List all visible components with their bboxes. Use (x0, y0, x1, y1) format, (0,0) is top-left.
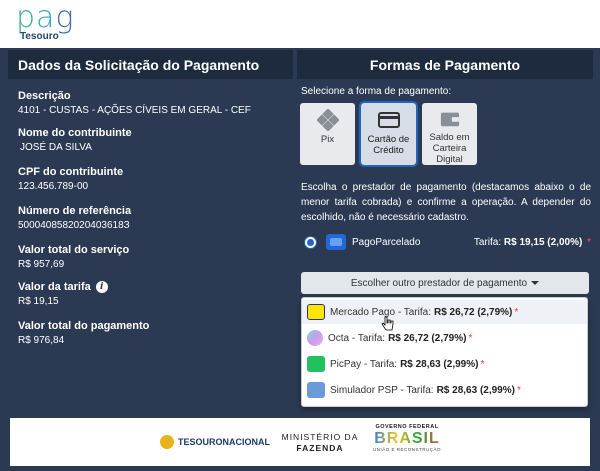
fee-label: Tarifa: (473, 236, 502, 248)
provider-option-picpay[interactable]: PicPay - Tarifa: R$ 28,63 (2,99%) * (302, 352, 587, 376)
fee-star: * (587, 236, 591, 248)
octa-icon (307, 330, 323, 346)
option-star: * (468, 332, 473, 344)
field-value: 4101 - CUSTAS - AÇÕES CÍVEIS EM GERAL - … (18, 105, 251, 116)
method-wallet-button[interactable]: Saldo em Carteira Digital (422, 103, 477, 165)
option-name: Octa - Tarifa: (328, 332, 386, 344)
wallet-icon (440, 112, 459, 127)
picpay-icon (307, 356, 325, 372)
method-label: Cartão de Crédito (367, 134, 410, 156)
ministerio-fazenda-logo: MINISTÉRIO DA FAZENDA (275, 432, 365, 454)
select-method-label: Selecione a forma de pagamento: (301, 86, 452, 97)
simulator-icon (307, 382, 325, 398)
logo-subtitle: Tesouro (20, 31, 59, 42)
provider-radio[interactable] (305, 236, 316, 248)
field-taxpayer-name: Nome do contribuinte JOSÉ DA SILVA (18, 127, 288, 153)
field-label: Valor total do pagamento (18, 320, 150, 332)
option-value: R$ 28,63 (2,99%) (400, 358, 479, 370)
selected-provider-row[interactable]: PagoParcelado Tarifa: R$ 19,15 (2,00%) * (301, 230, 591, 254)
field-label: Valor total do serviço (18, 244, 130, 256)
field-label: Número de referência (18, 205, 132, 217)
method-label: Pix (320, 134, 335, 145)
hand-cursor-icon (381, 316, 394, 331)
provider-dropdown: Mercado Pago - Tarifa: R$ 26,72 (2,79%) … (301, 297, 588, 407)
field-value: 5000408582020403618З (18, 220, 130, 231)
credit-card-icon (377, 112, 400, 128)
option-star: * (516, 384, 521, 396)
provider-name: PagoParcelado (352, 236, 421, 248)
governo-federal-logo: GOVERNO FEDERAL BRASIL UNIÃO E RECONSTRU… (372, 424, 442, 462)
tesouro-nacional-logo: TESOURONACIONAL (160, 435, 270, 449)
field-value: R$ 976,84 (18, 335, 65, 346)
field-label-text: Valor da tarifa (18, 281, 91, 293)
provider-description: Escolha o prestador de pagamento (destac… (301, 182, 591, 223)
field-reference-number: Número de referência 5000408582020403618… (18, 205, 288, 231)
fazenda-text: FAZENDA (296, 443, 344, 453)
option-value: R$ 26,72 (2,79%) (388, 332, 467, 344)
payment-methods-header: Formas de Pagamento (297, 50, 593, 79)
method-label: Saldo em Carteira Digital (429, 132, 470, 165)
option-star: * (514, 306, 519, 318)
choose-other-label: Escolher outro prestador de pagamento (350, 277, 528, 289)
method-credit-card-button[interactable]: Cartão de Crédito (359, 101, 418, 167)
uniao-text: UNIÃO E RECONSTRUÇÃO (372, 447, 441, 452)
top-bar: pag Tesouro (0, 0, 600, 48)
field-label: Valor da tarifa i (18, 281, 288, 293)
option-name: Simulador PSP - Tarifa: (330, 384, 434, 396)
pix-icon (316, 109, 339, 131)
field-fee: Valor da tarifa i R$ 19,15 (18, 281, 288, 307)
provider-option-octa[interactable]: Octa - Tarifa: R$ 26,72 (2,79%) * (302, 326, 587, 350)
provider-option-simulador[interactable]: Simulador PSP - Tarifa: R$ 28,63 (2,99%)… (302, 378, 587, 402)
caret-down-icon (531, 281, 540, 285)
option-value: R$ 28,63 (2,99%) (436, 384, 515, 396)
pagtesouro-logo[interactable]: pag Tesouro (16, 0, 78, 46)
provider-fee: Tarifa: R$ 19,15 (2,00%) * (474, 237, 591, 248)
logo-mark: pag (16, 0, 75, 35)
option-name: PicPay - Tarifa: (330, 358, 398, 370)
provider-option-mercado-pago[interactable]: Mercado Pago - Tarifa: R$ 26,72 (2,79%) … (302, 300, 587, 324)
field-service-total: Valor total do serviço R$ 957,69 (18, 244, 288, 270)
field-label: CPF do contribuinte (18, 166, 124, 178)
ministerio-text: MINISTÉRIO DA (281, 432, 359, 442)
field-value: JOSÉ DA SILVA (20, 142, 92, 153)
field-value: R$ 957,69 (18, 259, 65, 270)
choose-other-provider-button[interactable]: Escolher outro prestador de pagamento (301, 272, 589, 294)
field-cpf: CPF do contribuinte 123.456.789-00 (18, 166, 288, 192)
mercado-pago-icon (307, 304, 325, 320)
tesouro-text: TESOURONACIONAL (178, 437, 270, 447)
pagoparcelado-icon (326, 234, 346, 250)
request-data-header: Dados da Solicitação do Pagamento (8, 50, 293, 79)
field-payment-total: Valor total do pagamento R$ 976,84 (18, 320, 288, 346)
info-icon[interactable]: i (95, 281, 108, 293)
field-label: Descrição (18, 90, 71, 102)
option-value: R$ 26,72 (2,79%) (433, 306, 513, 318)
field-description: Descrição 4101 - CUSTAS - AÇÕES CÍVEIS E… (18, 90, 288, 116)
footer: TESOURONACIONAL MINISTÉRIO DA FAZENDA GO… (10, 418, 590, 466)
tesouro-icon (160, 435, 174, 449)
method-pix-button[interactable]: Pix (300, 103, 355, 165)
brasil-text: BRASIL (372, 430, 442, 447)
field-value: R$ 19,15 (18, 296, 59, 307)
field-label: Nome do contribuinte (18, 127, 132, 139)
field-value: 123.456.789-00 (18, 181, 89, 192)
option-star: * (480, 358, 485, 370)
fee-value: R$ 19,15 (2,00%) (503, 236, 583, 248)
